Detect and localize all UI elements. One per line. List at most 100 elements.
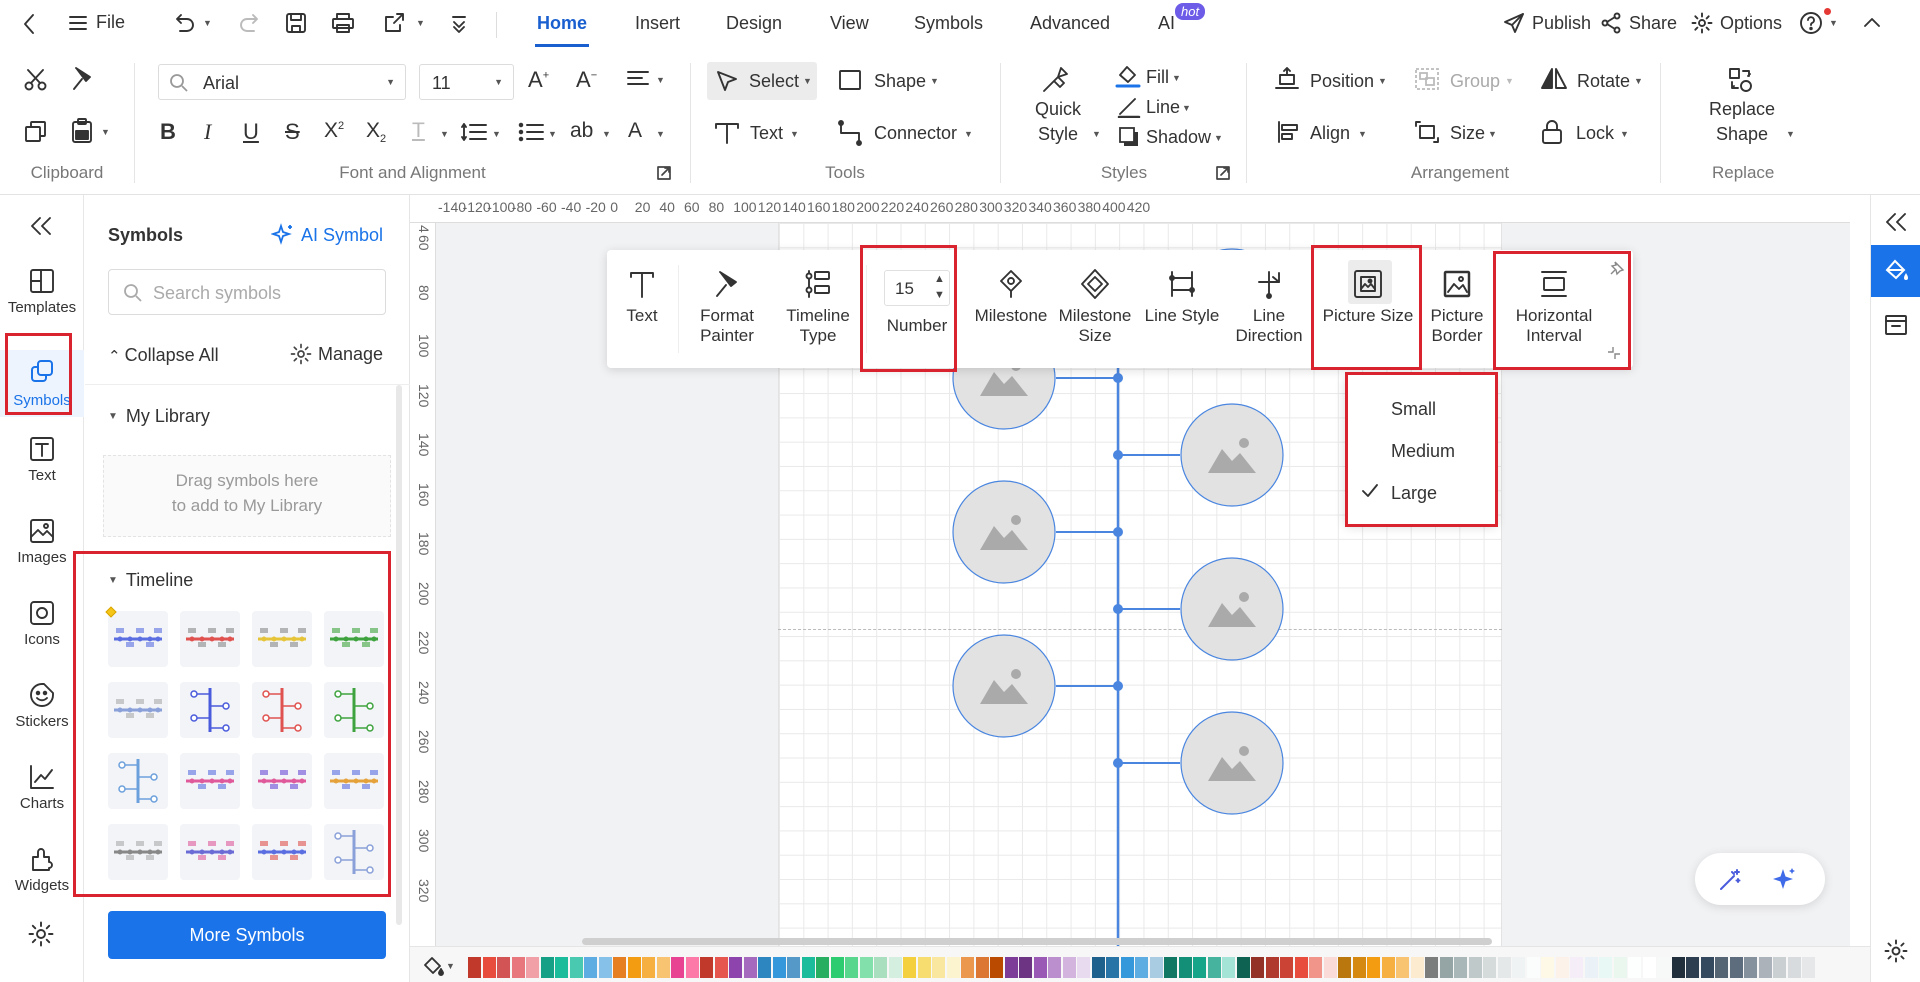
- color-swatch[interactable]: [1280, 957, 1293, 978]
- milestone-dot[interactable]: [1113, 450, 1123, 460]
- rail-item-text[interactable]: Text: [0, 435, 84, 484]
- settings-icon[interactable]: [28, 921, 54, 947]
- color-swatch[interactable]: [1570, 957, 1583, 978]
- styles-dialog-launcher-icon[interactable]: [1216, 166, 1230, 180]
- menu-option-small[interactable]: Small: [1391, 399, 1436, 420]
- picture-border-button[interactable]: Picture Border: [1419, 250, 1495, 368]
- color-swatch[interactable]: [1497, 957, 1511, 978]
- list-dropdown-icon[interactable]: ▼: [548, 129, 557, 139]
- quick-style-label[interactable]: Quick Style: [1034, 99, 1082, 145]
- color-swatch[interactable]: [1439, 957, 1453, 978]
- color-swatch[interactable]: [990, 957, 1003, 978]
- color-swatch[interactable]: [685, 957, 699, 978]
- color-swatch[interactable]: [1642, 957, 1656, 978]
- timeline-symbol-thumbnail[interactable]: [180, 824, 240, 880]
- color-swatch[interactable]: [1541, 957, 1554, 978]
- help-dropdown-icon[interactable]: ▼: [1829, 18, 1838, 28]
- save-icon[interactable]: [284, 11, 308, 35]
- color-swatch[interactable]: [1149, 957, 1163, 978]
- color-swatch[interactable]: [1381, 957, 1395, 978]
- connector-icon[interactable]: [836, 119, 864, 147]
- position-icon[interactable]: [1274, 67, 1300, 91]
- rail-item-icons[interactable]: Icons: [0, 599, 84, 648]
- rail-item-symbols[interactable]: Symbols: [0, 350, 84, 417]
- color-swatch[interactable]: [758, 957, 771, 978]
- color-swatch[interactable]: [903, 957, 916, 978]
- shadow-dropdown-icon[interactable]: ▼: [1214, 133, 1223, 143]
- color-swatch[interactable]: [482, 957, 496, 978]
- color-swatch[interactable]: [1744, 957, 1757, 978]
- share-button[interactable]: Share: [1600, 12, 1677, 34]
- timeline-symbol-thumbnail[interactable]: [180, 682, 240, 738]
- color-swatch[interactable]: [888, 957, 902, 978]
- color-swatch[interactable]: [1657, 957, 1670, 978]
- undo-dropdown-icon[interactable]: ▼: [203, 18, 212, 28]
- color-swatch[interactable]: [627, 957, 641, 978]
- color-swatch[interactable]: [1599, 957, 1612, 978]
- color-swatch[interactable]: [816, 957, 829, 978]
- timeline-header[interactable]: ▼ Timeline: [108, 570, 193, 591]
- color-swatch[interactable]: [1715, 957, 1728, 978]
- color-swatch[interactable]: [468, 957, 481, 978]
- italic-icon[interactable]: I: [204, 119, 211, 145]
- color-swatch[interactable]: [497, 957, 510, 978]
- size-icon[interactable]: [1414, 120, 1440, 144]
- color-swatch[interactable]: [1628, 957, 1641, 978]
- color-swatch[interactable]: [1251, 957, 1264, 978]
- superscript-icon[interactable]: X2: [324, 119, 344, 143]
- cut-icon[interactable]: [23, 67, 49, 93]
- text-align-icon[interactable]: [626, 69, 652, 89]
- milestone-dot[interactable]: [1113, 527, 1123, 537]
- text-tool-label[interactable]: Text: [750, 123, 783, 144]
- collapse-ribbon-icon[interactable]: [1862, 14, 1882, 30]
- color-swatch[interactable]: [917, 957, 931, 978]
- color-swatch[interactable]: [975, 957, 989, 978]
- color-swatch[interactable]: [656, 957, 670, 978]
- rail-item-templates[interactable]: Templates: [0, 267, 84, 316]
- color-swatch[interactable]: [946, 957, 960, 978]
- color-swatch[interactable]: [1686, 957, 1699, 978]
- color-swatch[interactable]: [1120, 957, 1134, 978]
- settings-icon[interactable]: [1884, 939, 1908, 963]
- tab-symbols[interactable]: Symbols: [914, 13, 983, 34]
- color-swatch[interactable]: [598, 957, 612, 978]
- fill-dropdown-icon[interactable]: ▼: [1172, 73, 1181, 83]
- tab-design[interactable]: Design: [726, 13, 782, 34]
- timeline-symbol-thumbnail[interactable]: [108, 682, 168, 738]
- color-swatch[interactable]: [1802, 957, 1815, 978]
- color-swatch[interactable]: [1483, 957, 1496, 978]
- line-dropdown-icon[interactable]: ▼: [1182, 103, 1191, 113]
- collapse-panel-icon[interactable]: [28, 215, 54, 237]
- line-label[interactable]: Line: [1146, 97, 1180, 118]
- position-label[interactable]: Position: [1310, 71, 1374, 92]
- color-swatch[interactable]: [874, 957, 887, 978]
- group-label[interactable]: Group: [1450, 71, 1500, 92]
- page-panel-icon[interactable]: [1884, 313, 1908, 337]
- subscript-icon[interactable]: X2: [366, 119, 386, 145]
- style-panel-button[interactable]: [1871, 245, 1920, 297]
- color-swatch[interactable]: [642, 957, 655, 978]
- color-swatch[interactable]: [569, 957, 583, 978]
- timeline-symbol-thumbnail[interactable]: [324, 824, 384, 880]
- rotate-icon[interactable]: [1540, 67, 1568, 91]
- color-swatch[interactable]: [1033, 957, 1047, 978]
- color-swatch[interactable]: [584, 957, 597, 978]
- fill-label[interactable]: Fill: [1146, 67, 1169, 88]
- color-swatch[interactable]: [1700, 957, 1714, 978]
- color-swatch[interactable]: [1222, 957, 1235, 978]
- align-label[interactable]: Align: [1310, 123, 1350, 144]
- color-swatch[interactable]: [801, 957, 815, 978]
- tab-advanced[interactable]: Advanced: [1030, 13, 1110, 34]
- color-swatch[interactable]: [1555, 957, 1569, 978]
- text-tool-icon[interactable]: [714, 120, 740, 146]
- menu-option-medium[interactable]: Medium: [1391, 441, 1455, 462]
- align-dropdown-icon[interactable]: ▼: [1358, 129, 1367, 139]
- more-tools-icon[interactable]: [450, 13, 468, 35]
- lock-dropdown-icon[interactable]: ▼: [1620, 129, 1629, 139]
- timeline-symbol-thumbnail[interactable]: [252, 682, 312, 738]
- number-stepper[interactable]: 15 ▲ ▼: [884, 270, 950, 306]
- shape-icon[interactable]: [838, 69, 862, 91]
- color-swatch[interactable]: [1309, 957, 1322, 978]
- color-swatch[interactable]: [1207, 957, 1221, 978]
- format-painter-button[interactable]: Format Painter: [685, 250, 769, 368]
